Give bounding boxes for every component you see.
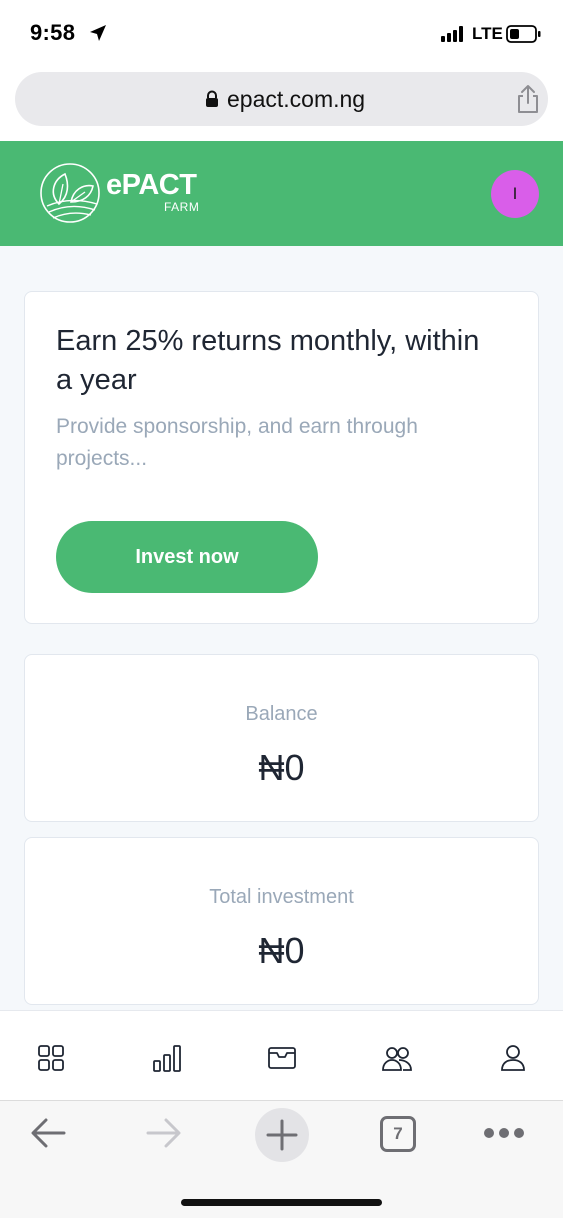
address-bar[interactable]: epact.com.ng [15,72,548,126]
balance-label: Balance [245,703,318,725]
new-tab-plus-icon[interactable] [255,1108,309,1162]
status-time: 9:58 [30,20,76,45]
share-icon[interactable] [515,84,541,114]
user-avatar[interactable]: I [491,170,539,218]
cell-signal-icon [441,26,463,42]
dashboard-icon[interactable] [34,1041,68,1075]
battery-icon [506,25,541,43]
analytics-icon[interactable] [150,1041,184,1075]
total-investment-card: Total investment ₦0 [24,837,539,1005]
wallet-icon[interactable] [265,1041,299,1075]
back-arrow-icon[interactable] [28,1113,68,1153]
tabs-icon[interactable]: 7 [380,1116,416,1152]
site-header: ePACT FARM [0,141,563,246]
url-text[interactable]: epact.com.ng [227,86,365,113]
promo-subtitle: Provide sponsorship, and earn through pr… [56,415,418,470]
network-type: LTE [472,24,503,43]
promo-title: Earn 25% returns monthly, within a year [56,325,480,396]
team-icon[interactable] [380,1041,414,1075]
lock-icon [206,90,218,107]
promo-card: Earn 25% returns monthly, within a year … [24,291,539,624]
home-indicator [181,1199,382,1206]
balance-card: Balance ₦0 [24,654,539,822]
total-investment-label: Total investment [209,886,354,908]
balance-value: ₦0 [258,747,305,788]
forward-arrow-icon[interactable] [144,1113,184,1153]
total-investment-value: ₦0 [258,930,305,971]
more-icon[interactable] [483,1126,525,1140]
dashboard-main: Earn 25% returns monthly, within a year … [0,246,563,1010]
app-bottom-nav [0,1010,563,1100]
profile-icon[interactable] [496,1041,530,1075]
browser-toolbar: 7 [0,1100,563,1218]
farm-logo-icon[interactable] [39,162,103,224]
logo-text: ePACT [106,169,197,201]
status-bar: 9:58 LTE [0,0,563,66]
invest-now-button[interactable]: Invest now [56,521,318,593]
location-arrow-icon [90,25,106,41]
logo-subtext: FARM [164,200,200,214]
